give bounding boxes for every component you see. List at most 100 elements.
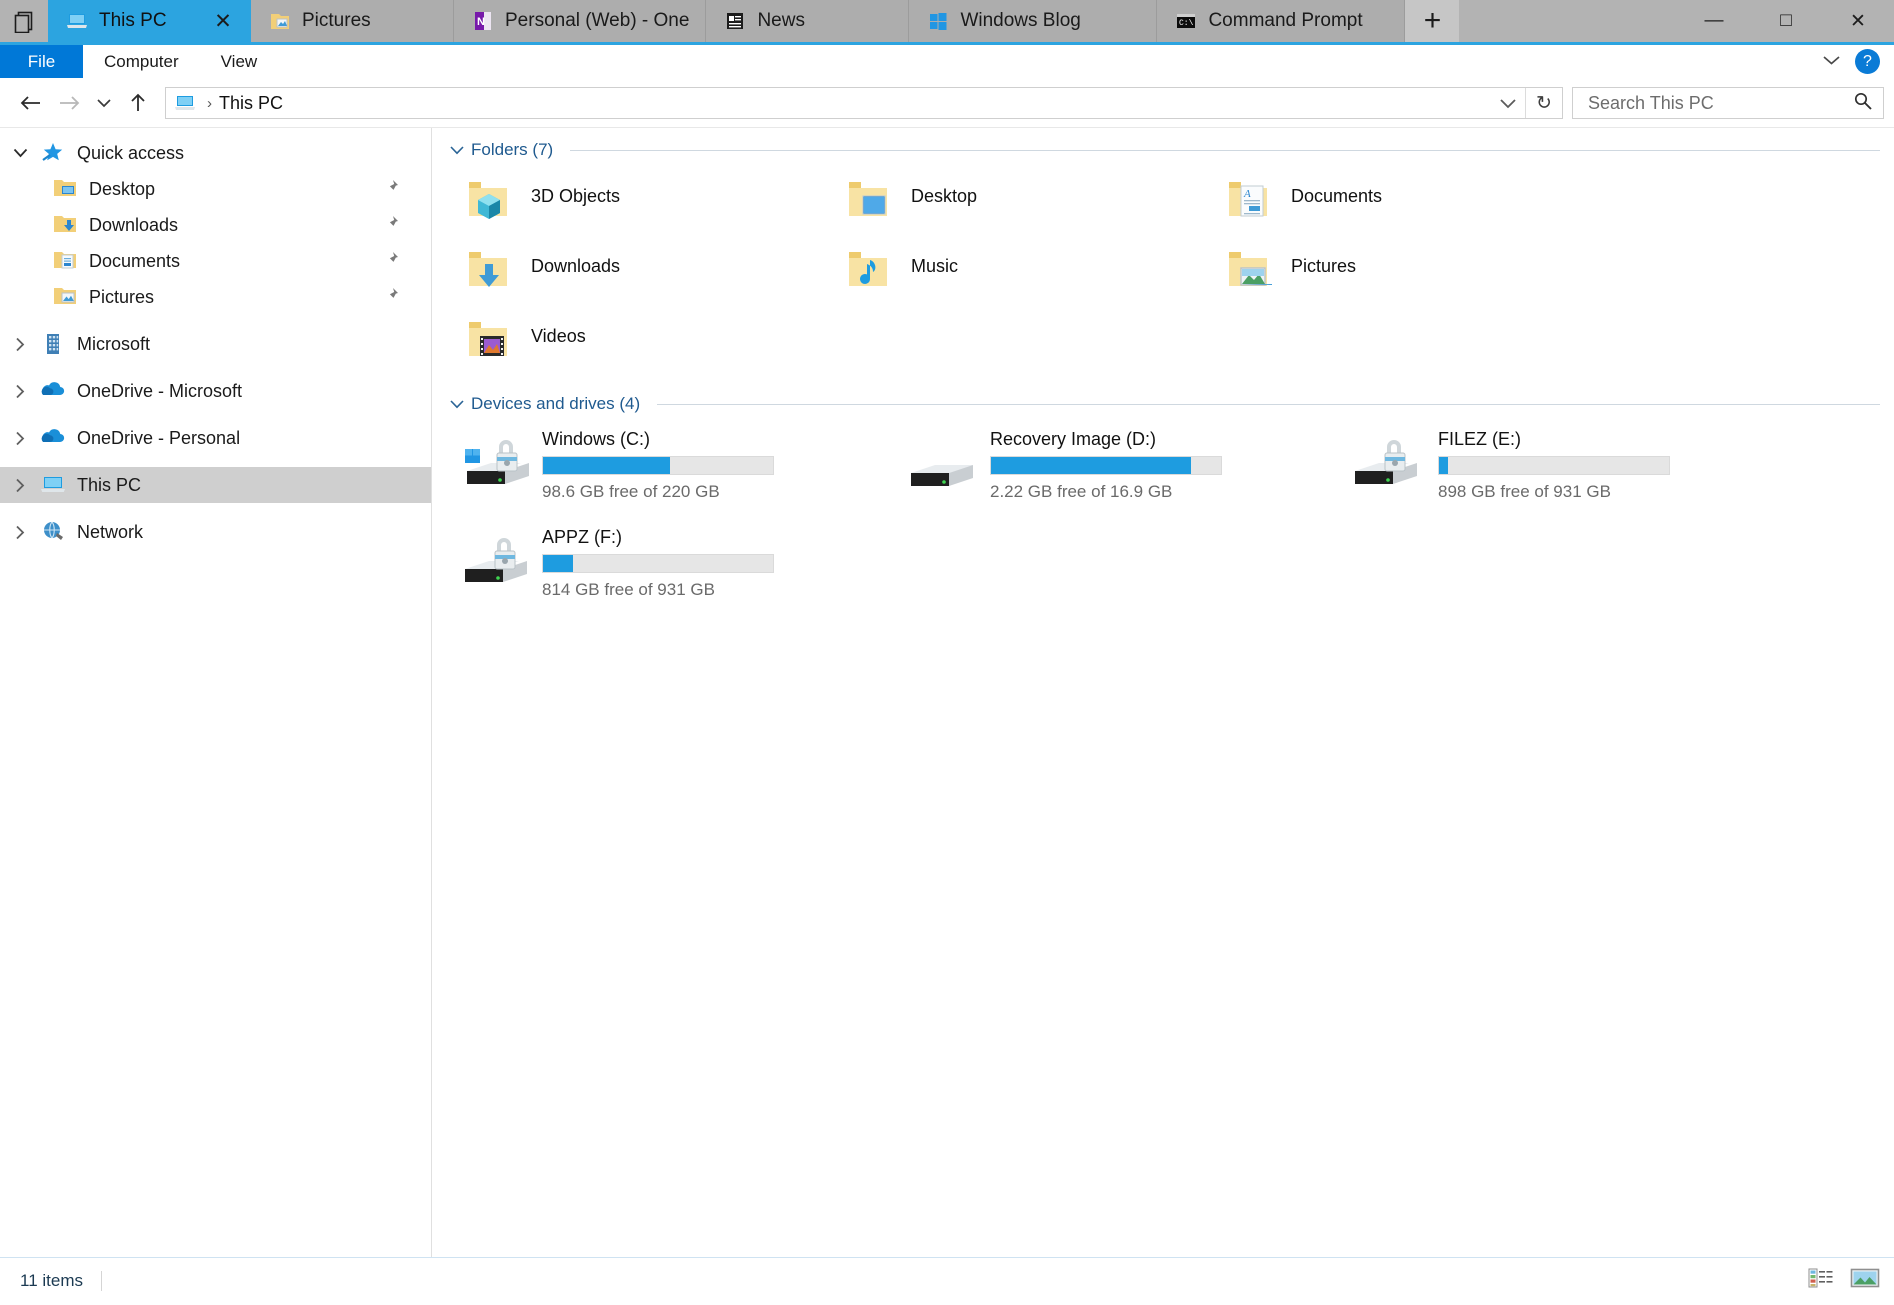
folder-label: Documents bbox=[1291, 172, 1382, 207]
sidebar-item-label: Network bbox=[77, 522, 143, 543]
chevron-right-icon[interactable] bbox=[0, 525, 40, 540]
drive-item-filez-e[interactable]: FILEZ (E:) 898 GB free of 931 GB bbox=[1338, 420, 1786, 518]
view-mode-buttons bbox=[1808, 1267, 1880, 1294]
folder-item-pictures[interactable]: Pictures bbox=[1202, 236, 1582, 306]
pin-icon[interactable] bbox=[383, 287, 421, 308]
drive-free-space: 814 GB free of 931 GB bbox=[542, 580, 774, 600]
folder-item-music[interactable]: Music bbox=[822, 236, 1202, 306]
music-folder-icon bbox=[839, 242, 897, 300]
drive-icon bbox=[907, 449, 977, 511]
folder-item-documents[interactable]: A Documents bbox=[1202, 166, 1582, 236]
ribbon-tab-view[interactable]: View bbox=[200, 45, 279, 78]
sidebar-item-pictures[interactable]: Pictures bbox=[0, 279, 431, 315]
large-icons-view-icon[interactable] bbox=[1850, 1267, 1880, 1294]
windows-drive-icon bbox=[459, 437, 529, 499]
desktop-folder-icon bbox=[52, 177, 80, 201]
sidebar-item-quick-access[interactable]: Quick access bbox=[0, 135, 431, 171]
sidebar-item-onedrive-microsoft[interactable]: OneDrive - Microsoft bbox=[0, 373, 431, 409]
chevron-down-icon[interactable] bbox=[450, 396, 464, 412]
folders-grid: 3D Objects Desktop bbox=[432, 166, 1894, 376]
ribbon-tab-computer[interactable]: Computer bbox=[83, 45, 200, 78]
back-button[interactable] bbox=[12, 84, 50, 122]
chevron-down-icon[interactable] bbox=[1822, 53, 1841, 71]
group-header-folders[interactable]: Folders (7) bbox=[432, 128, 1894, 166]
news-icon bbox=[724, 10, 746, 32]
svg-text:A: A bbox=[1243, 188, 1251, 200]
sidebar-item-documents[interactable]: Documents bbox=[0, 243, 431, 279]
group-title: Devices and drives (4) bbox=[471, 394, 640, 414]
pin-icon[interactable] bbox=[383, 251, 421, 272]
chevron-right-icon[interactable] bbox=[0, 478, 40, 493]
close-window-button[interactable]: ✕ bbox=[1822, 0, 1894, 42]
breadcrumb-current[interactable]: This PC bbox=[219, 93, 283, 114]
search-box[interactable] bbox=[1572, 87, 1884, 119]
sidebar-item-microsoft[interactable]: Microsoft bbox=[0, 326, 431, 362]
onedrive-cloud-icon bbox=[40, 379, 68, 403]
windows-logo-icon bbox=[927, 10, 949, 32]
folder-label: Pictures bbox=[1291, 242, 1356, 277]
sidebar-item-onedrive-personal[interactable]: OneDrive - Personal bbox=[0, 420, 431, 456]
sidebar-item-this-pc[interactable]: This PC bbox=[0, 467, 431, 503]
folder-item-desktop[interactable]: Desktop bbox=[822, 166, 1202, 236]
forward-button[interactable] bbox=[50, 84, 88, 122]
help-button[interactable]: ? bbox=[1855, 49, 1880, 74]
tab-pictures[interactable]: Pictures bbox=[251, 0, 454, 42]
sidebar-spacer bbox=[0, 315, 431, 326]
status-bar: 11 items bbox=[0, 1257, 1894, 1303]
tab-close-button[interactable]: ✕ bbox=[211, 11, 235, 32]
drive-usage-bar bbox=[542, 554, 774, 573]
tab-this-pc[interactable]: This PC ✕ bbox=[48, 0, 251, 42]
sidebar-item-downloads[interactable]: Downloads bbox=[0, 207, 431, 243]
tab-personal-web-onenote[interactable]: N Personal (Web) - One bbox=[454, 0, 706, 42]
recent-locations-button[interactable] bbox=[88, 84, 119, 122]
group-header-devices-and-drives[interactable]: Devices and drives (4) bbox=[432, 376, 1894, 420]
drive-item-recovery-image-d[interactable]: Recovery Image (D:) 2.22 GB free of 16.9… bbox=[890, 420, 1338, 518]
tab-label: News bbox=[757, 10, 892, 32]
pin-icon[interactable] bbox=[383, 215, 421, 236]
drive-usage-bar bbox=[542, 456, 774, 475]
chevron-down-icon[interactable] bbox=[450, 142, 464, 158]
pin-icon[interactable] bbox=[383, 179, 421, 200]
drive-usage-fill bbox=[991, 457, 1191, 474]
chevron-right-icon[interactable] bbox=[0, 384, 40, 399]
search-icon[interactable] bbox=[1853, 91, 1873, 116]
quick-access-star-icon bbox=[40, 141, 68, 165]
pictures-folder-icon bbox=[52, 285, 80, 309]
sidebar-item-desktop[interactable]: Desktop bbox=[0, 171, 431, 207]
search-input[interactable] bbox=[1586, 92, 1853, 115]
sidebar-spacer bbox=[0, 409, 431, 420]
folder-item-videos[interactable]: Videos bbox=[442, 306, 822, 376]
drive-free-space: 2.22 GB free of 16.9 GB bbox=[990, 482, 1222, 502]
breadcrumb[interactable]: › This PC ↻ bbox=[165, 87, 1563, 119]
maximize-button[interactable]: □ bbox=[1750, 0, 1822, 42]
tab-news[interactable]: News bbox=[706, 0, 909, 42]
folder-item-3d-objects[interactable]: 3D Objects bbox=[442, 166, 822, 236]
tab-windows-blog[interactable]: Windows Blog bbox=[909, 0, 1157, 42]
minimize-button[interactable]: — bbox=[1678, 0, 1750, 42]
file-list-pane[interactable]: Folders (7) 3D Objects bbox=[432, 128, 1894, 1257]
ribbon-tab-file[interactable]: File bbox=[0, 45, 83, 78]
address-dropdown-button[interactable] bbox=[1491, 88, 1525, 118]
chevron-down-icon[interactable] bbox=[0, 148, 40, 158]
drive-usage-fill bbox=[543, 555, 573, 572]
tab-command-prompt[interactable]: C:\ Command Prompt bbox=[1157, 0, 1405, 42]
chevron-right-icon[interactable] bbox=[0, 337, 40, 352]
folder-item-downloads[interactable]: Downloads bbox=[442, 236, 822, 306]
drive-item-appz-f[interactable]: APPZ (F:) 814 GB free of 931 GB bbox=[442, 518, 890, 607]
drive-meta: Recovery Image (D:) 2.22 GB free of 16.9… bbox=[990, 427, 1222, 502]
refresh-button[interactable]: ↻ bbox=[1525, 88, 1562, 118]
drive-item-windows-c[interactable]: Windows (C:) 98.6 GB free of 220 GB bbox=[442, 420, 890, 518]
navigation-pane: Quick access Desktop Dow bbox=[0, 128, 432, 1257]
sidebar-item-label: Microsoft bbox=[77, 334, 150, 355]
drive-label: Windows (C:) bbox=[542, 429, 774, 450]
folder-label: 3D Objects bbox=[531, 172, 620, 207]
tab-label: Personal (Web) - One bbox=[505, 10, 689, 32]
chevron-right-icon[interactable] bbox=[0, 431, 40, 446]
tab-strip: This PC ✕ Pictures N Personal (Web) - On… bbox=[0, 0, 1894, 45]
sidebar-item-network[interactable]: Network bbox=[0, 514, 431, 550]
tab-sets-button[interactable] bbox=[0, 0, 48, 42]
details-view-icon[interactable] bbox=[1808, 1267, 1834, 1294]
new-tab-button[interactable]: + bbox=[1405, 0, 1459, 42]
drive-free-space: 98.6 GB free of 220 GB bbox=[542, 482, 774, 502]
up-button[interactable] bbox=[119, 84, 157, 122]
